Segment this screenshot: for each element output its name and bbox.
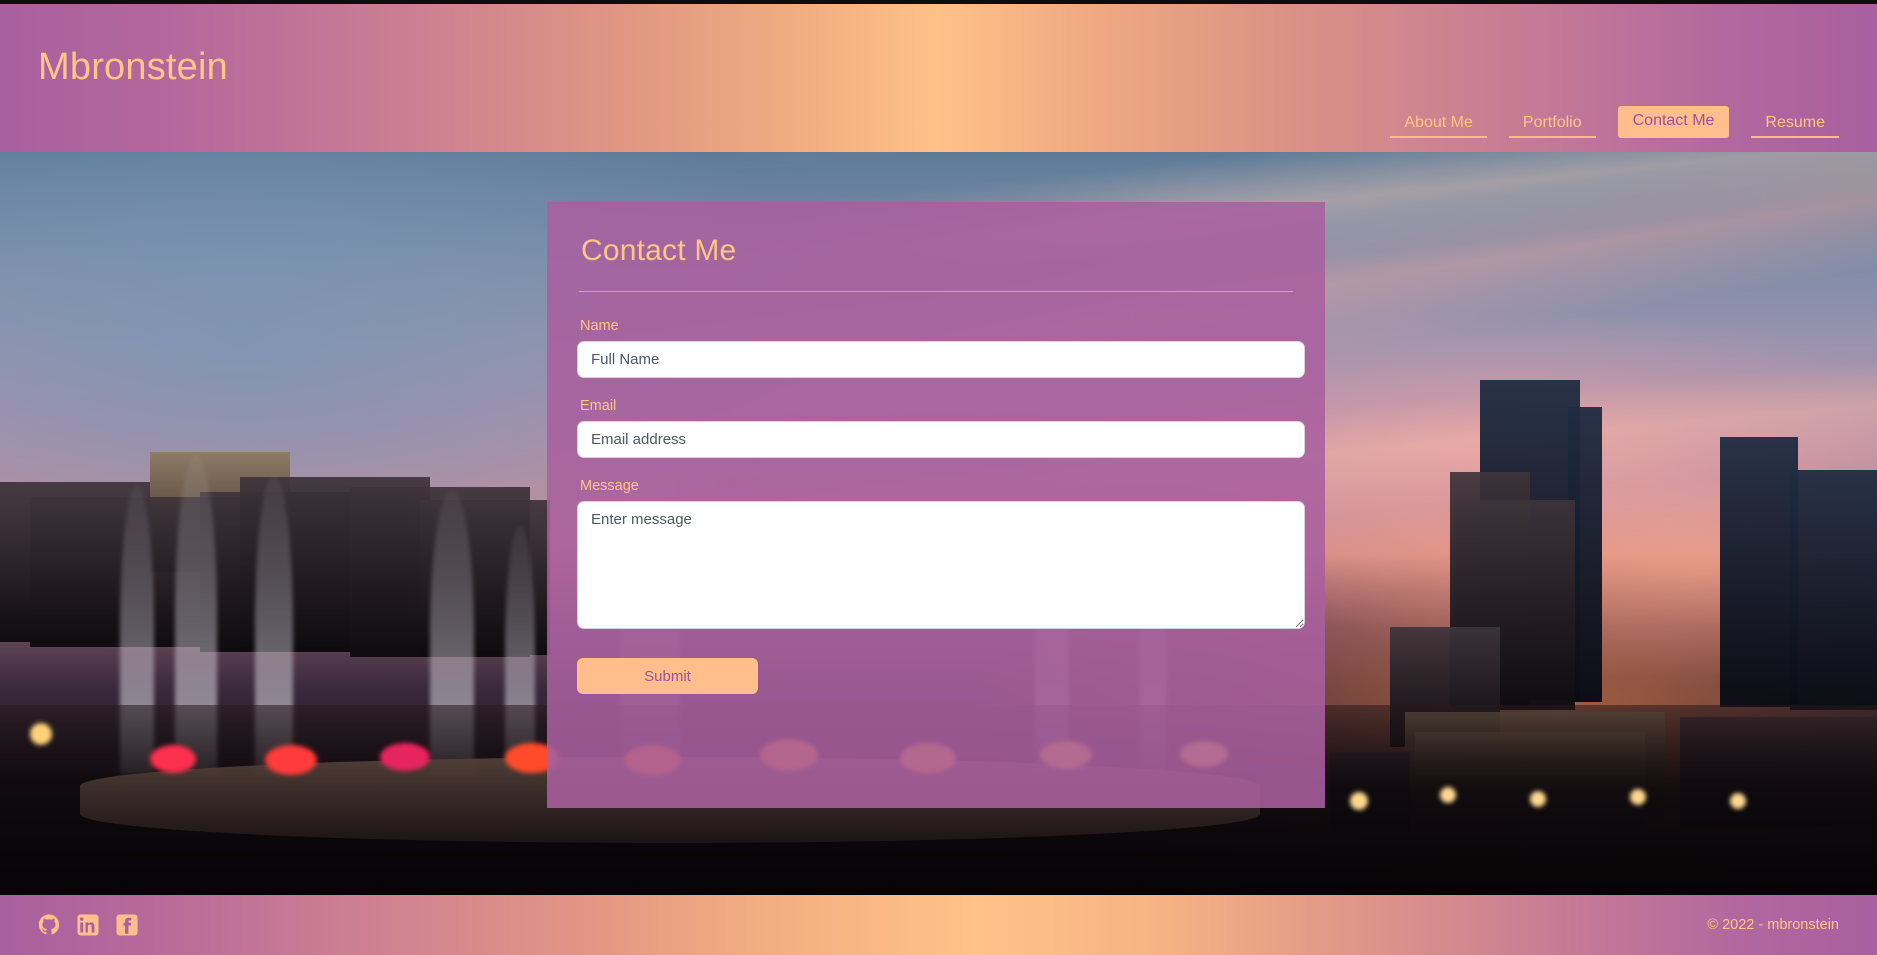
message-label: Message bbox=[580, 478, 639, 494]
message-textarea[interactable] bbox=[577, 501, 1305, 629]
contact-form: Name Email Message Submit bbox=[575, 318, 1305, 694]
name-input[interactable] bbox=[577, 341, 1305, 378]
email-input[interactable] bbox=[577, 421, 1305, 458]
background-tower bbox=[1720, 437, 1798, 707]
field-spacer bbox=[577, 458, 1295, 478]
fountain-light bbox=[150, 745, 196, 773]
submit-row: Submit bbox=[577, 658, 1295, 694]
card-divider bbox=[579, 291, 1293, 292]
main-navigation: About Me Portfolio Contact Me Resume bbox=[1390, 106, 1839, 138]
nav-item-portfolio[interactable]: Portfolio bbox=[1508, 109, 1596, 138]
site-header: Mbronstein About Me Portfolio Contact Me… bbox=[0, 4, 1877, 152]
page-root: Mbronstein About Me Portfolio Contact Me… bbox=[0, 0, 1877, 955]
brand-logo[interactable]: Mbronstein bbox=[38, 46, 228, 89]
street-light bbox=[30, 723, 52, 745]
site-footer: © 2022 - mbronstein bbox=[0, 895, 1877, 955]
nav-item-resume[interactable]: Resume bbox=[1751, 109, 1839, 138]
street-light bbox=[1630, 789, 1646, 805]
fountain-light bbox=[380, 743, 430, 771]
copyright-text: © 2022 - mbronstein bbox=[1707, 917, 1839, 933]
fountain-light bbox=[265, 745, 317, 775]
street-light bbox=[1440, 787, 1456, 803]
email-label: Email bbox=[580, 398, 617, 414]
street-light bbox=[1350, 792, 1368, 810]
github-icon[interactable] bbox=[38, 914, 60, 936]
name-label: Name bbox=[580, 318, 619, 334]
name-field-group: Name bbox=[577, 318, 1305, 378]
submit-button[interactable]: Submit bbox=[577, 658, 758, 694]
message-field-group: Message bbox=[577, 478, 1305, 629]
nav-item-about-me[interactable]: About Me bbox=[1390, 109, 1487, 138]
card-title: Contact Me bbox=[581, 234, 737, 267]
email-field-group: Email bbox=[577, 398, 1305, 458]
nav-item-contact-me[interactable]: Contact Me bbox=[1617, 106, 1730, 138]
facebook-icon[interactable] bbox=[116, 914, 138, 936]
field-spacer bbox=[577, 378, 1295, 398]
street-light bbox=[1530, 791, 1546, 807]
street-light bbox=[1730, 793, 1746, 809]
background-tower bbox=[1790, 470, 1877, 710]
social-links bbox=[38, 914, 138, 936]
linkedin-icon[interactable] bbox=[77, 914, 99, 936]
contact-form-card: Contact Me Name Email Message Submit bbox=[547, 202, 1325, 808]
